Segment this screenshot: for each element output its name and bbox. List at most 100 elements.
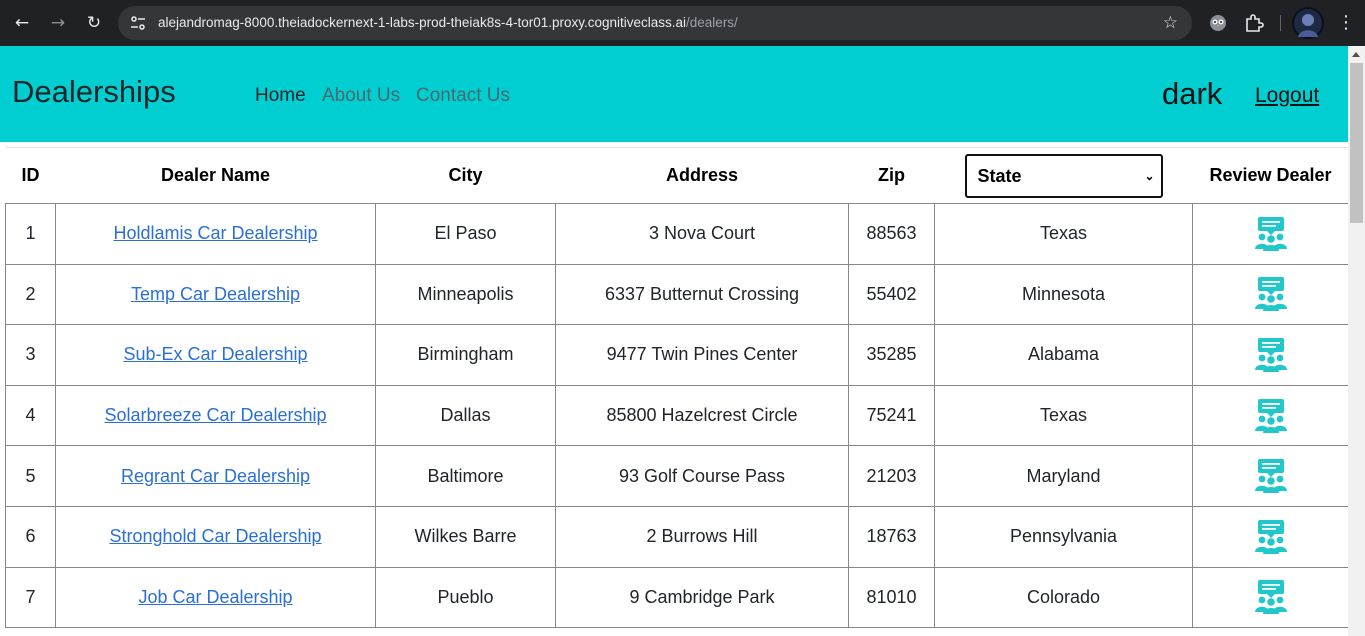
- dealer-name-link[interactable]: Solarbreeze Car Dealership: [104, 405, 326, 425]
- cell-dealer-name: Holdlamis Car Dealership: [55, 203, 376, 265]
- cell-state: Texas: [934, 384, 1193, 447]
- table-header-row: ID Dealer Name City Address Zip State ⌄ …: [5, 147, 1348, 204]
- cell-review: [1192, 324, 1348, 386]
- scrollbar-thumb[interactable]: [1350, 63, 1363, 223]
- cell-state: Pennsylvania: [934, 505, 1193, 568]
- dealer-name-link[interactable]: Holdlamis Car Dealership: [113, 223, 317, 243]
- chevron-down-icon: ⌄: [1144, 168, 1155, 183]
- cell-address: 2 Burrows Hill: [555, 505, 849, 568]
- cell-city: Minneapolis: [375, 263, 556, 326]
- cell-state: Alabama: [934, 324, 1193, 386]
- dealer-name-link[interactable]: Job Car Dealership: [138, 587, 292, 607]
- cell-state: Colorado: [934, 566, 1193, 629]
- cell-id: 7: [5, 566, 56, 629]
- cell-address: 85800 Hazelcrest Circle: [555, 384, 849, 447]
- review-dealer-icon[interactable]: [1254, 519, 1287, 554]
- cell-id: 6: [5, 505, 56, 568]
- cell-city: Dallas: [375, 384, 556, 447]
- cell-id: 2: [5, 263, 56, 326]
- nav-home-link[interactable]: Home: [255, 85, 306, 107]
- review-dealer-icon[interactable]: [1254, 398, 1287, 433]
- cell-review: [1192, 263, 1348, 326]
- scroll-up-arrow-icon[interactable]: [1352, 52, 1360, 57]
- review-dealer-icon[interactable]: [1254, 277, 1287, 312]
- forward-arrow-icon[interactable]: →: [46, 11, 70, 35]
- cell-review: [1192, 566, 1348, 629]
- table-row: 1 Holdlamis Car Dealership El Paso 3 Nov…: [5, 203, 1348, 265]
- cell-zip: 75241: [848, 384, 935, 447]
- cell-city: Birmingham: [375, 324, 556, 386]
- review-dealer-icon[interactable]: [1254, 337, 1287, 372]
- table-body: 1 Holdlamis Car Dealership El Paso 3 Nov…: [5, 203, 1348, 629]
- cell-zip: 18763: [848, 505, 935, 568]
- cell-review: [1192, 384, 1348, 447]
- address-bar[interactable]: alejandromag-8000.theiadockernext-1-labs…: [118, 6, 1192, 40]
- cell-address: 9477 Twin Pines Center: [555, 324, 849, 386]
- state-filter-value: State: [977, 165, 1022, 186]
- cell-state: Minnesota: [934, 263, 1193, 326]
- column-header-review: Review Dealer: [1192, 147, 1348, 204]
- table-row: 5 Regrant Car Dealership Baltimore 93 Go…: [5, 445, 1348, 507]
- review-dealer-icon[interactable]: [1254, 580, 1287, 615]
- toolbar-divider: [1280, 15, 1281, 31]
- dealers-table-container: ID Dealer Name City Address Zip State ⌄ …: [5, 147, 1348, 636]
- cell-review: [1192, 505, 1348, 568]
- profile-avatar[interactable]: [1292, 7, 1324, 39]
- table-row: 6 Stronghold Car Dealership Wilkes Barre…: [5, 505, 1348, 568]
- cell-zip: 88563: [848, 203, 935, 265]
- cell-id: 5: [5, 445, 56, 507]
- extensions-puzzle-icon[interactable]: [1243, 12, 1265, 34]
- avatar-image-icon: [1298, 14, 1318, 37]
- review-dealer-icon[interactable]: [1254, 459, 1287, 494]
- logout-link[interactable]: Logout: [1255, 84, 1319, 108]
- page-scrollbar[interactable]: [1348, 46, 1365, 636]
- cell-city: Wilkes Barre: [375, 505, 556, 568]
- cell-dealer-name: Solarbreeze Car Dealership: [55, 384, 376, 447]
- cell-state: Maryland: [934, 445, 1193, 507]
- cell-city: Baltimore: [375, 445, 556, 507]
- brand-title[interactable]: Dealerships: [12, 74, 176, 110]
- reload-icon[interactable]: ↻: [82, 11, 106, 35]
- bookmark-star-icon[interactable]: ☆: [1163, 13, 1178, 33]
- table-row: 2 Temp Car Dealership Minneapolis 6337 B…: [5, 263, 1348, 326]
- dealer-name-link[interactable]: Regrant Car Dealership: [121, 466, 310, 486]
- column-header-state: State ⌄: [934, 147, 1193, 204]
- site-info-icon[interactable]: [130, 15, 146, 31]
- username-label: dark: [1162, 76, 1223, 111]
- dealer-name-link[interactable]: Temp Car Dealership: [131, 284, 300, 304]
- column-header-address: Address: [555, 147, 849, 204]
- column-header-zip: Zip: [848, 147, 935, 204]
- cell-address: 6337 Butternut Crossing: [555, 263, 849, 326]
- state-filter-select[interactable]: State ⌄: [964, 153, 1163, 198]
- cell-address: 9 Cambridge Park: [555, 566, 849, 629]
- cell-dealer-name: Temp Car Dealership: [55, 263, 376, 326]
- cell-address: 3 Nova Court: [555, 203, 849, 265]
- extension-owl-icon[interactable]: [1207, 12, 1229, 34]
- cell-id: 4: [5, 384, 56, 447]
- cell-dealer-name: Regrant Car Dealership: [55, 445, 376, 507]
- review-dealer-icon[interactable]: [1254, 216, 1287, 251]
- dealer-name-link[interactable]: Stronghold Car Dealership: [109, 526, 321, 546]
- cell-zip: 81010: [848, 566, 935, 629]
- cell-review: [1192, 203, 1348, 265]
- cell-id: 1: [5, 203, 56, 265]
- cell-city: Pueblo: [375, 566, 556, 629]
- nav-about-link[interactable]: About Us: [322, 85, 400, 107]
- cell-zip: 35285: [848, 324, 935, 386]
- cell-zip: 21203: [848, 445, 935, 507]
- back-arrow-icon[interactable]: ←: [10, 11, 34, 35]
- cell-address: 93 Golf Course Pass: [555, 445, 849, 507]
- cell-city: El Paso: [375, 203, 556, 265]
- cell-dealer-name: Job Car Dealership: [55, 566, 376, 629]
- cell-zip: 55402: [848, 263, 935, 326]
- column-header-id: ID: [5, 147, 56, 204]
- nav-contact-link[interactable]: Contact Us: [416, 85, 510, 107]
- url-path: /dealers/: [686, 15, 738, 30]
- dealer-name-link[interactable]: Sub-Ex Car Dealership: [123, 344, 307, 364]
- cell-id: 3: [5, 324, 56, 386]
- browser-menu-icon[interactable]: ⋮: [1336, 11, 1356, 35]
- table-row: 3 Sub-Ex Car Dealership Birmingham 9477 …: [5, 324, 1348, 386]
- cell-state: Texas: [934, 203, 1193, 265]
- url-host: alejandromag-8000.theiadockernext-1-labs…: [158, 15, 687, 30]
- cell-dealer-name: Sub-Ex Car Dealership: [55, 324, 376, 386]
